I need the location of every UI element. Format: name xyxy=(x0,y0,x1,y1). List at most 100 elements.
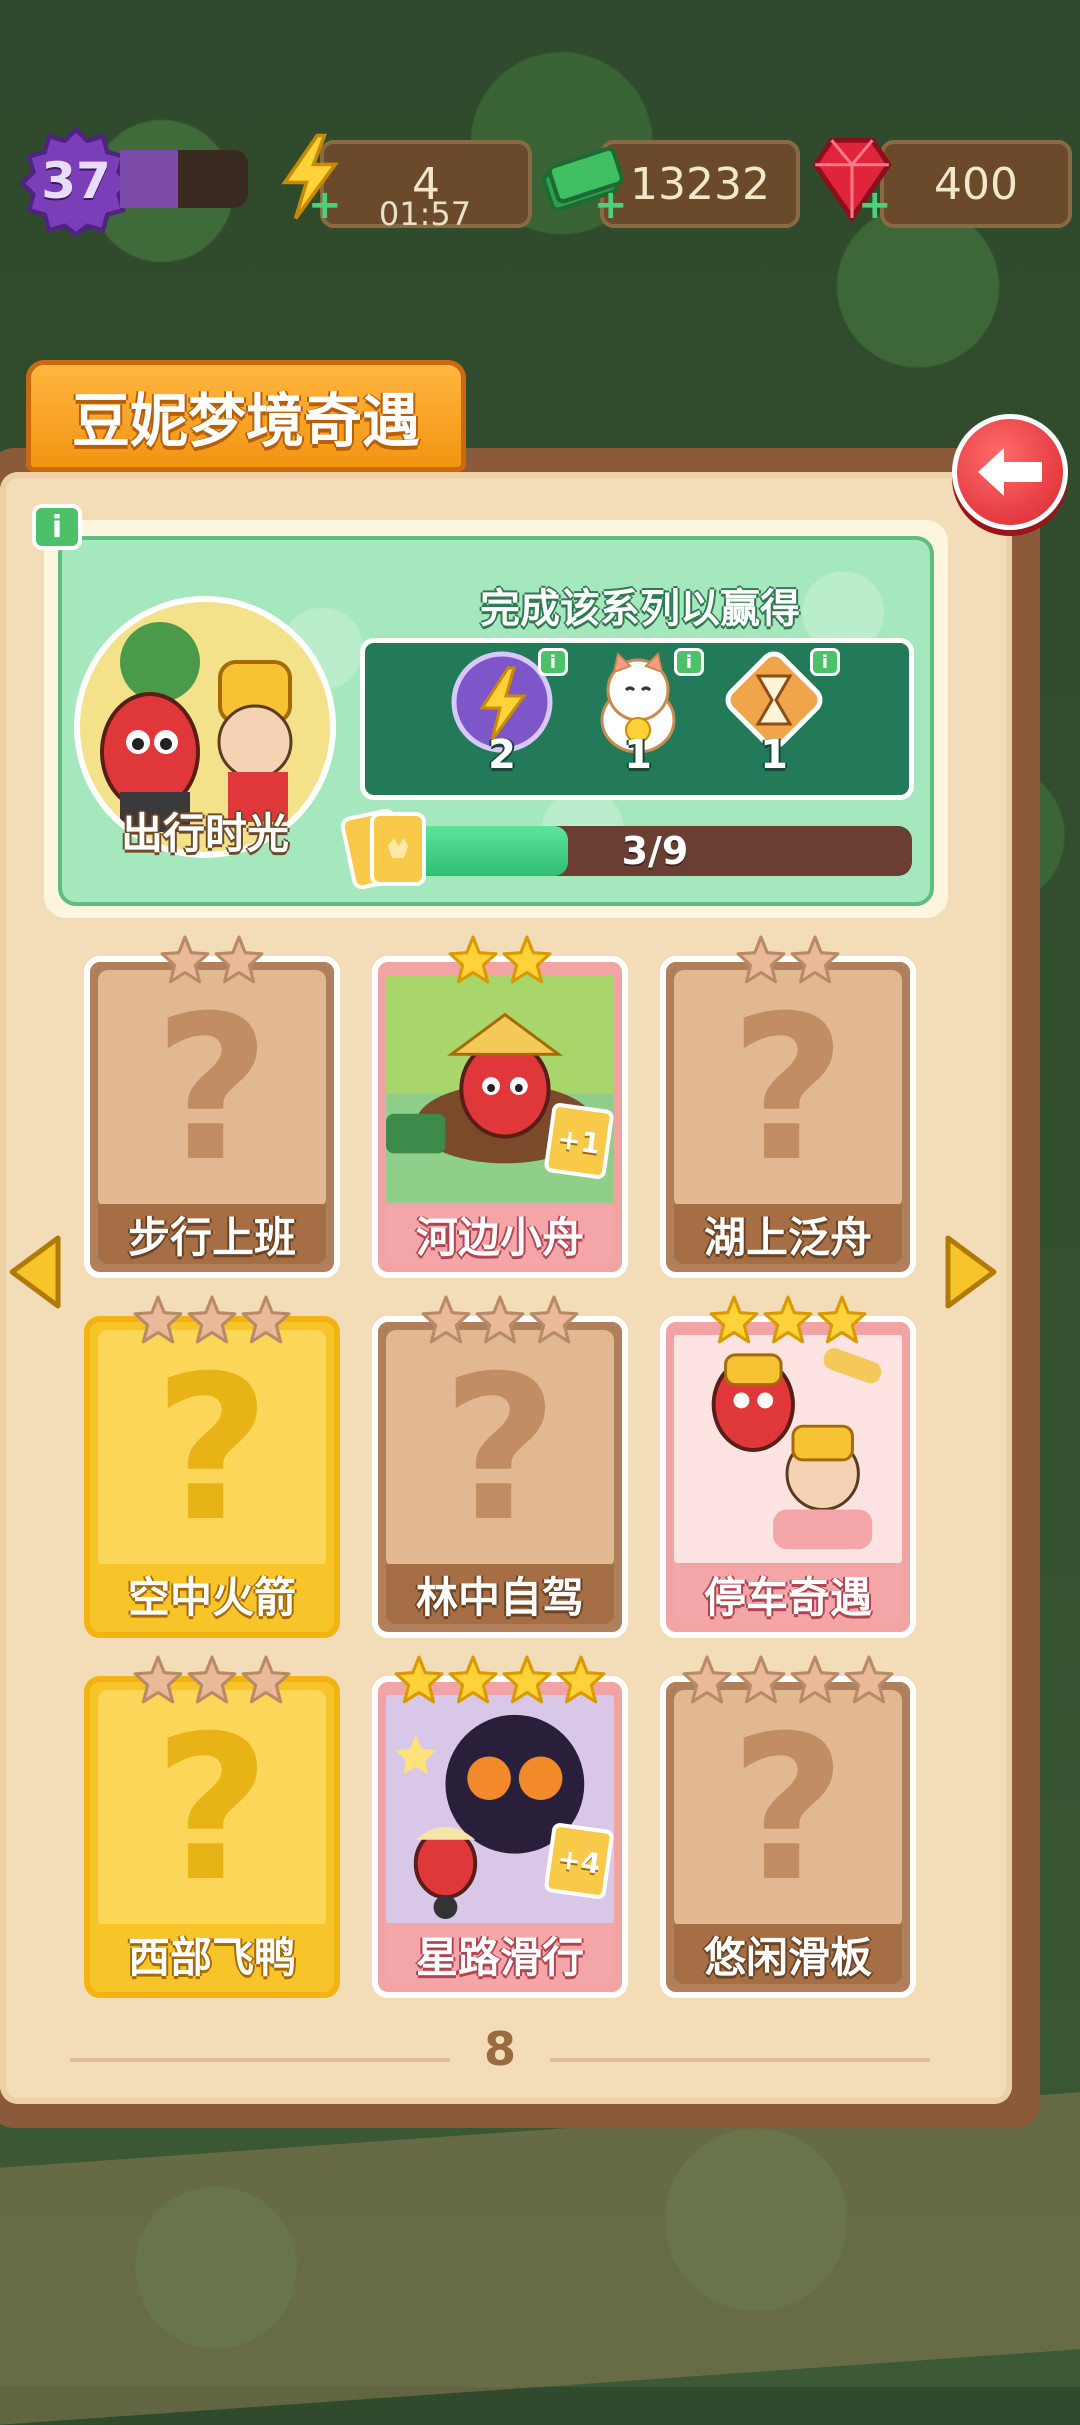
star-icon xyxy=(394,1655,444,1704)
star-icon xyxy=(844,1655,894,1704)
collection-card[interactable]: ? 林中自驾 xyxy=(372,1295,628,1638)
card-stars xyxy=(666,934,910,986)
card-face: ? xyxy=(674,1690,902,1928)
back-button[interactable] xyxy=(952,414,1068,530)
reward-count: 2 xyxy=(488,732,516,778)
reward-title: 完成该系列以赢得 xyxy=(480,586,800,632)
card-stars xyxy=(666,1294,910,1346)
star-icon xyxy=(709,1295,759,1344)
cards-stack-icon xyxy=(340,808,426,890)
card-stars xyxy=(90,1654,334,1706)
star-icon xyxy=(214,935,264,984)
album-title-tab: 豆妮梦境奇遇 xyxy=(26,360,466,472)
series-name: 出行时光 xyxy=(120,809,289,858)
question-mark-icon: ? xyxy=(441,1332,558,1566)
card-stars xyxy=(90,1294,334,1346)
cash-value: 13232 xyxy=(630,158,770,210)
card-label-bar: 步行上班 xyxy=(98,1204,326,1264)
star-icon xyxy=(448,935,498,984)
add-cash-icon[interactable]: + xyxy=(594,185,628,225)
collection-card[interactable]: ? 西部飞鸭 xyxy=(84,1655,340,1998)
collection-card[interactable]: 停车奇遇 xyxy=(660,1295,916,1638)
reward-info-icon[interactable]: i xyxy=(538,648,568,676)
question-mark-icon: ? xyxy=(729,972,846,1206)
card-label: 空中火箭 xyxy=(127,1572,296,1622)
star-icon xyxy=(133,1655,183,1704)
duplicate-count-badge: +4 xyxy=(543,1822,615,1900)
collection-card[interactable]: 河边小舟 +1 xyxy=(372,935,628,1278)
star-icon xyxy=(790,1655,840,1704)
level-number: 37 xyxy=(41,152,111,210)
question-mark-icon: ? xyxy=(153,1332,270,1566)
star-icon xyxy=(475,1295,525,1344)
star-icon xyxy=(502,935,552,984)
card-stars xyxy=(666,1654,910,1706)
collection-card[interactable]: ? 悠闲滑板 xyxy=(660,1655,916,1998)
prev-page-arrow[interactable] xyxy=(4,1232,68,1312)
collection-card[interactable]: 星路滑行 +4 xyxy=(372,1655,628,1998)
card-stars xyxy=(378,934,622,986)
star-icon xyxy=(448,1655,498,1704)
card-label-bar: 西部飞鸭 xyxy=(98,1924,326,1984)
reward-info-icon[interactable]: i xyxy=(674,648,704,676)
star-icon xyxy=(241,1655,291,1704)
info-button[interactable]: i xyxy=(32,504,82,550)
star-icon xyxy=(736,935,786,984)
energy-timer: 01:57 xyxy=(378,195,472,233)
next-page-arrow[interactable] xyxy=(938,1232,1002,1312)
duplicate-count: +1 xyxy=(555,1121,603,1161)
back-arrow-icon xyxy=(978,448,1042,496)
series-progress-text: 3/9 xyxy=(621,829,689,873)
gem-counter[interactable]: 400 xyxy=(880,140,1072,228)
card-face: ? xyxy=(98,1690,326,1928)
star-icon xyxy=(529,1295,579,1344)
reward-count: 1 xyxy=(760,732,788,778)
card-face: ? xyxy=(98,970,326,1208)
card-label-bar: 星路滑行 xyxy=(386,1924,614,1984)
star-icon xyxy=(133,1295,183,1344)
star-icon xyxy=(187,1295,237,1344)
reward-count: 1 xyxy=(624,732,652,778)
collection-card[interactable]: ? 湖上泛舟 xyxy=(660,935,916,1278)
star-icon xyxy=(187,1655,237,1704)
reward-info-icon[interactable]: i xyxy=(810,648,840,676)
question-mark-icon: ? xyxy=(153,972,270,1206)
card-label-bar: 悠闲滑板 xyxy=(674,1924,902,1984)
collection-card[interactable]: ? 空中火箭 xyxy=(84,1295,340,1638)
collection-card[interactable]: ? 步行上班 xyxy=(84,935,340,1278)
star-icon xyxy=(790,935,840,984)
card-label: 步行上班 xyxy=(127,1212,296,1262)
card-label: 河边小舟 xyxy=(415,1212,584,1262)
card-label: 星路滑行 xyxy=(415,1932,584,1982)
card-label: 悠闲滑板 xyxy=(703,1932,872,1982)
card-face xyxy=(674,1330,902,1568)
card-stars xyxy=(90,934,334,986)
card-face: ? xyxy=(674,970,902,1208)
duplicate-count-badge: +1 xyxy=(543,1102,615,1180)
question-mark-icon: ? xyxy=(729,1692,846,1926)
cash-counter[interactable]: 13232 xyxy=(600,140,800,228)
reward-item[interactable]: i 1 xyxy=(714,648,840,800)
album-title: 豆妮梦境奇遇 xyxy=(71,387,420,455)
card-face: ? xyxy=(98,1330,326,1568)
card-art-parking xyxy=(674,1335,902,1563)
card-label: 湖上泛舟 xyxy=(703,1212,872,1262)
star-icon xyxy=(421,1295,471,1344)
card-label-bar: 停车奇遇 xyxy=(674,1564,902,1624)
level-progress-bar xyxy=(120,150,248,208)
reward-item[interactable]: i 2 xyxy=(442,648,568,800)
gem-value: 400 xyxy=(934,158,1018,210)
card-face: ? xyxy=(386,1330,614,1568)
card-label: 停车奇遇 xyxy=(703,1572,872,1622)
card-label: 林中自驾 xyxy=(415,1572,584,1622)
add-gem-icon[interactable]: + xyxy=(858,185,892,225)
star-icon xyxy=(736,1655,786,1704)
star-icon xyxy=(682,1655,732,1704)
star-icon xyxy=(763,1295,813,1344)
question-mark-icon: ? xyxy=(153,1692,270,1926)
card-stars xyxy=(378,1654,622,1706)
star-icon xyxy=(502,1655,552,1704)
star-icon xyxy=(160,935,210,984)
reward-item[interactable]: i 1 xyxy=(578,648,704,800)
card-label-bar: 空中火箭 xyxy=(98,1564,326,1624)
